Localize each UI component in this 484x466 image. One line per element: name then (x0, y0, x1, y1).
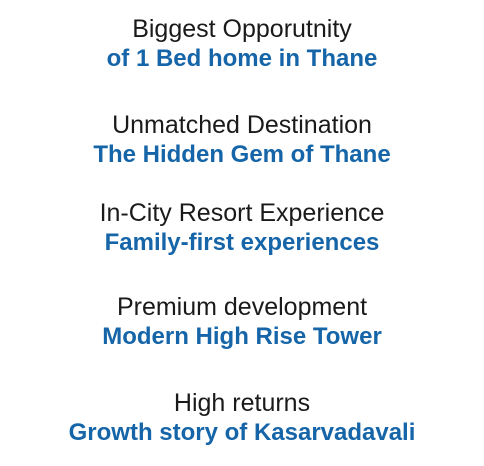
feature-subtitle: Modern High Rise Tower (102, 323, 382, 350)
feature-title: In-City Resort Experience (99, 199, 385, 227)
feature-subtitle: Family-first experiences (104, 229, 380, 256)
feature-subtitle: The Hidden Gem of Thane (93, 141, 391, 168)
feature-item-resort: In-City Resort Experience Family-first e… (0, 198, 484, 258)
feature-title: Unmatched Destination (112, 111, 372, 139)
feature-title: Premium development (116, 293, 368, 321)
feature-subtitle: of 1 Bed home in Thane (106, 45, 378, 72)
feature-title: Biggest Opporutnity (132, 15, 352, 43)
feature-list: Biggest Opporutnity of 1 Bed home in Tha… (0, 0, 484, 466)
feature-item-opportunity: Biggest Opporutnity of 1 Bed home in Tha… (0, 14, 484, 74)
feature-item-returns: High returns Growth story of Kasarvadava… (0, 388, 484, 448)
feature-item-development: Premium development Modern High Rise Tow… (0, 292, 484, 352)
feature-title: High returns (173, 389, 311, 417)
feature-item-destination: Unmatched Destination The Hidden Gem of … (0, 110, 484, 170)
feature-subtitle: Growth story of Kasarvadavali (68, 419, 416, 446)
